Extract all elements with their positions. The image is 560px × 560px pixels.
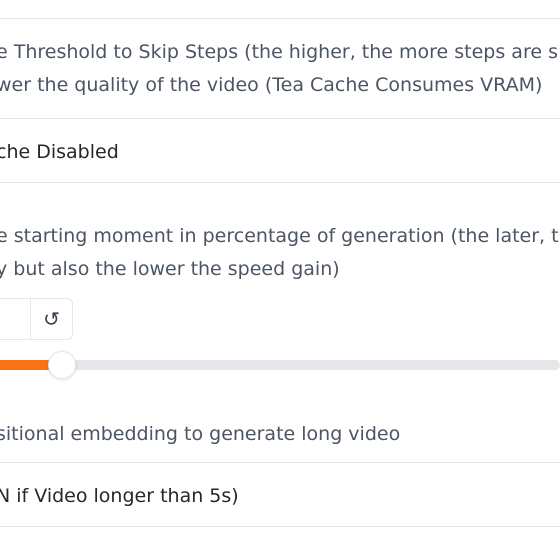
threshold-dropdown-value[interactable]: che Disabled [0, 140, 119, 164]
start-moment-label-line2: y but also the lower the speed gain) [0, 258, 340, 280]
threshold-label-line2: wer the quality of the video (Tea Cache … [0, 74, 543, 96]
divider [0, 526, 560, 527]
positional-embedding-dropdown-value[interactable]: N if Video longer than 5s) [0, 484, 239, 508]
threshold-label-line1: e Threshold to Skip Steps (the higher, t… [0, 41, 558, 63]
divider [0, 462, 560, 463]
reset-icon[interactable]: ↺ [31, 299, 72, 339]
divider [0, 182, 560, 183]
start-moment-label-line1: e starting moment in percentage of gener… [0, 225, 559, 247]
divider [0, 118, 560, 119]
start-moment-slider-thumb[interactable] [48, 351, 76, 379]
divider [0, 18, 560, 19]
start-moment-slider-track[interactable] [0, 360, 560, 370]
start-moment-number-input[interactable]: ↺ [0, 298, 73, 340]
positional-embedding-label: sitional embedding to generate long vide… [0, 423, 401, 445]
